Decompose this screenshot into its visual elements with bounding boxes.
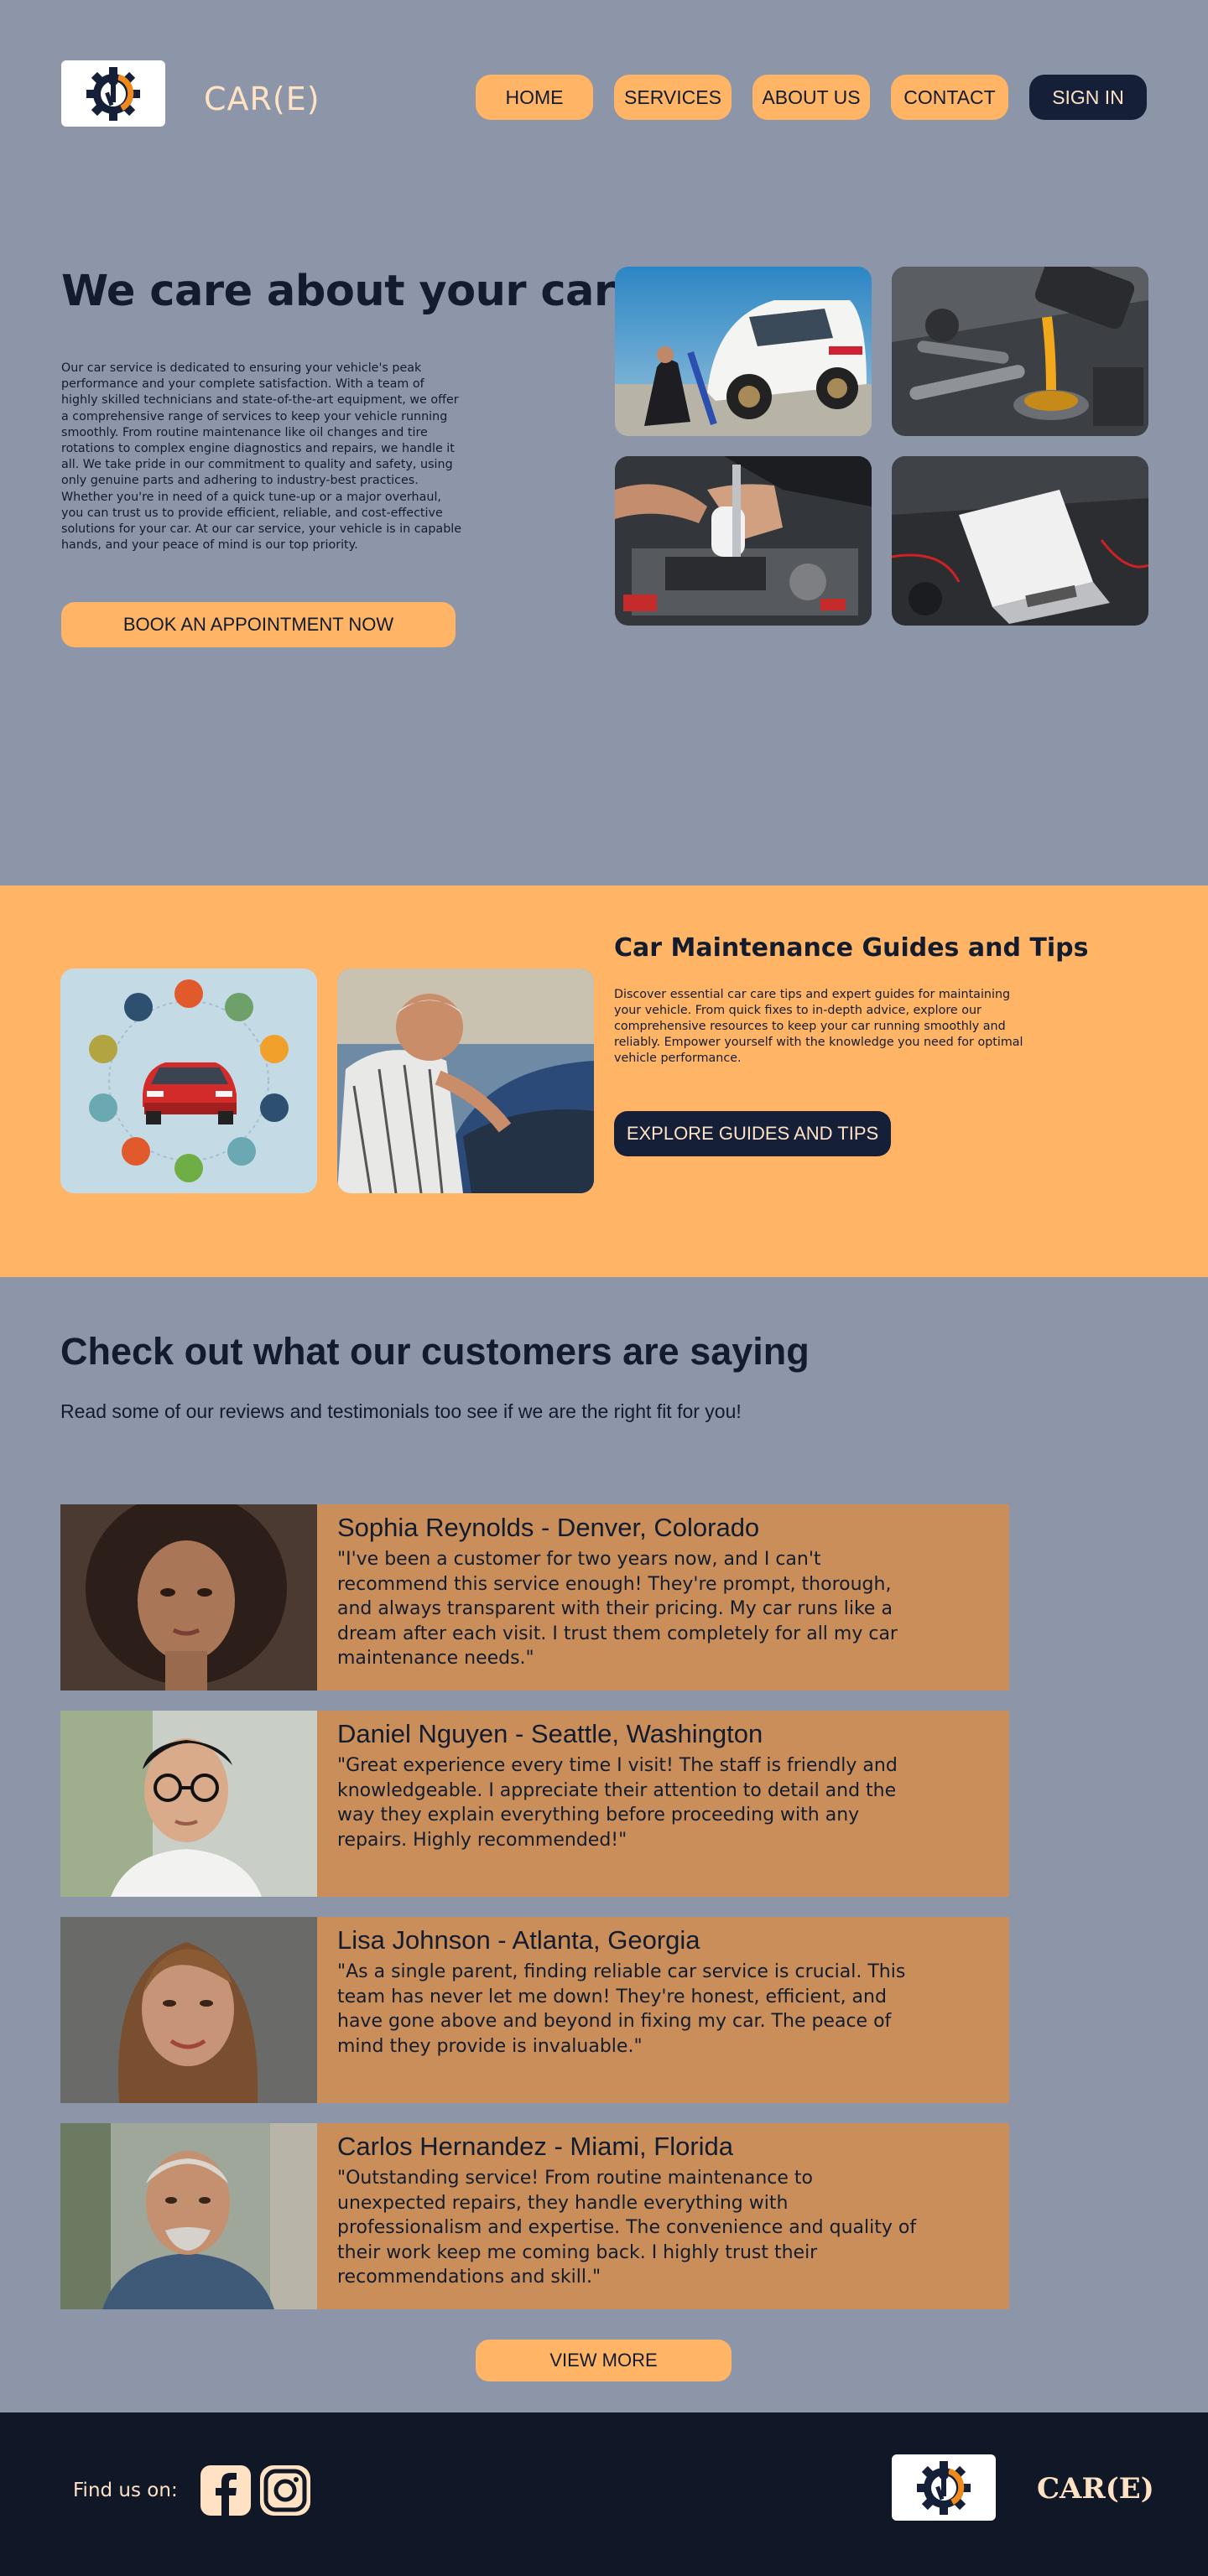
review-card: Sophia Reynolds - Denver, Colorado "I've… [60,1504,1009,1690]
nav-about-button[interactable]: ABOUT US [752,75,870,120]
avatar [60,2123,317,2309]
find-us-label: Find us on: [73,2480,178,2501]
sign-in-button[interactable]: SIGN IN [1029,75,1147,120]
review-author: Carlos Hernandez - Miami, Florida [337,2132,734,2161]
guides-description: Discover essential car care tips and exp… [614,988,1023,1065]
facebook-icon[interactable] [199,2464,253,2517]
hero-description: Our car service is dedicated to ensuring… [61,361,462,553]
review-text: "Outstanding service! From routine maint… [337,2168,917,2288]
review-author: Daniel Nguyen - Seattle, Washington [337,1719,763,1748]
avatar [60,1504,317,1690]
review-author: Sophia Reynolds - Denver, Colorado [337,1513,760,1542]
view-more-button[interactable]: VIEW MORE [476,2340,732,2381]
footer [0,2412,1208,2576]
engine-repair-photo [615,456,872,626]
nav-home-button[interactable]: HOME [476,75,593,120]
gear-wrench-logo-icon [917,2460,971,2515]
review-card: Daniel Nguyen - Seattle, Washington "Gre… [60,1711,1009,1897]
engine-oil-photo [892,267,1148,436]
review-card: Lisa Johnson - Atlanta, Georgia "As a si… [60,1917,1009,2103]
review-text: "Great experience every time I visit! Th… [337,1755,898,1851]
review-text: "I've been a customer for two years now,… [337,1549,898,1669]
nav-services-button[interactable]: SERVICES [614,75,732,120]
header-logo[interactable] [61,60,165,127]
review-author: Lisa Johnson - Atlanta, Georgia [337,1925,700,1955]
reviews-subtitle: Read some of our reviews and testimonial… [60,1400,742,1422]
review-card: Carlos Hernandez - Miami, Florida "Outst… [60,2123,1009,2309]
footer-brand-name: CAR(E) [1037,2472,1154,2506]
laptop-diagnostics-photo [892,456,1148,626]
footer-logo[interactable] [892,2454,996,2521]
avatar [60,1711,317,1897]
mechanic-tire-photo [615,267,872,436]
hero-title: We care about your car! [61,267,634,316]
car-maintenance-icons-illustration [60,969,317,1193]
brand-name: CAR(E) [204,80,320,117]
senior-mechanic-photo [337,969,594,1193]
explore-guides-button[interactable]: EXPLORE GUIDES AND TIPS [614,1111,891,1156]
avatar [60,1917,317,2103]
instagram-icon[interactable] [258,2464,312,2517]
guides-title: Car Maintenance Guides and Tips [614,933,1089,963]
nav-contact-button[interactable]: CONTACT [891,75,1008,120]
gear-wrench-logo-icon [86,66,140,121]
book-appointment-button[interactable]: BOOK AN APPOINTMENT NOW [61,602,456,647]
review-text: "As a single parent, finding reliable ca… [337,1961,906,2057]
reviews-title: Check out what our customers are saying [60,1330,810,1373]
